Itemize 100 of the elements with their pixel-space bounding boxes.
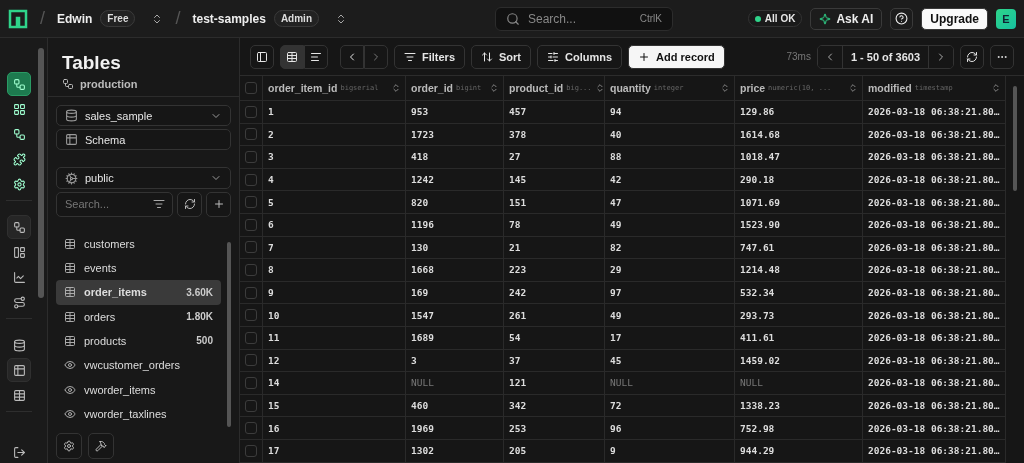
tools-button[interactable] [88,433,114,459]
table-cell: 1614.68 [735,123,863,146]
table-list-item[interactable]: orders 1.80K [56,304,221,329]
upgrade-button[interactable]: Upgrade [921,7,988,30]
table-cell: 2026-03-18 06:38:21.80… [863,372,1006,394]
table-icon [64,310,76,323]
table-cell: 10 [263,304,406,326]
table-list-item[interactable]: vwcustomer_orders [56,353,221,378]
table-cell: 97 [605,281,735,304]
table-icon [12,388,26,402]
table-cell: 2026-03-18 06:38:21.80… [863,259,1006,281]
table-cell: 1668 [406,259,504,281]
sidebar-title: Tables [62,52,122,74]
row-checkbox[interactable] [245,354,257,367]
eye-icon [64,407,76,420]
table-list-item[interactable]: vworder_taxlines [56,401,221,426]
table-cell: 145 [504,168,605,191]
search-field[interactable]: Search... [56,191,173,217]
database-select[interactable]: sales_sample [56,105,231,127]
add-button[interactable] [206,191,231,217]
table-cell: 2026-03-18 06:38:21.80… [863,304,1006,326]
eye-icon [64,359,76,372]
row-checkbox[interactable] [245,309,257,322]
row-checkbox[interactable] [245,376,257,389]
database-icon [65,109,78,123]
ask-ai-button[interactable]: Ask AI [810,7,883,30]
namespace-select[interactable]: public [56,167,231,189]
filter-icon [153,197,165,210]
rail-button[interactable] [7,215,31,239]
refresh-button[interactable] [960,44,984,69]
eye-icon [64,383,76,396]
row-checkbox[interactable] [245,105,257,118]
row-checkbox[interactable] [245,444,257,457]
rail-button[interactable] [7,72,31,96]
rail-button[interactable] [7,358,31,382]
table-cell: 2026-03-18 06:38:21.80… [863,394,1006,417]
search-field[interactable]: Search... CtrlK [495,6,673,31]
list-view-button[interactable] [304,44,328,69]
table-cell: 261 [504,304,605,326]
column-name: order_item_id [268,82,338,94]
table-list-item[interactable]: events [56,255,221,281]
settings-button[interactable] [56,433,82,459]
table-cell: 2026-03-18 06:38:21.80… [863,101,1006,123]
row-checkbox[interactable] [245,422,257,435]
row-checkbox[interactable] [245,241,257,254]
sort-icon [848,83,858,93]
refresh-icon [183,198,196,211]
add-record-button[interactable]: Add record [628,44,725,69]
project-name[interactable]: test-samples [192,11,266,26]
sliders-icon [547,50,559,63]
sort-button[interactable]: Sort [471,44,531,69]
table-name: products [84,334,127,347]
table-icon [286,50,298,63]
table-list-item[interactable]: products 500 [56,328,221,354]
panel-icon [256,50,268,63]
refresh-button[interactable] [177,191,202,217]
table-name: vworder_items [84,383,156,396]
row-checkbox[interactable] [245,151,257,163]
user-avatar[interactable]: E [996,8,1016,29]
select-all-checkbox[interactable] [245,82,257,94]
logo-icon[interactable] [8,8,28,29]
sort-icon [391,83,401,93]
breadcrumb-separator: / [40,8,45,29]
sort-icon [991,83,1001,93]
settings-icon [12,177,26,191]
table-cell: 2026-03-18 06:38:21.80… [863,417,1006,439]
table-cell: 5 [263,191,406,213]
help-button[interactable] [890,7,914,30]
link-icon [12,77,26,91]
row-checkbox[interactable] [245,196,257,209]
role-badge: Admin [273,10,319,27]
table-list-item[interactable]: customers [56,231,221,256]
breadcrumb-separator: / [175,8,181,29]
row-checkbox[interactable] [245,218,257,231]
filters-button[interactable]: Filters [394,44,465,69]
table-cell: 1214.48 [735,259,863,281]
row-checkbox[interactable] [245,399,257,412]
table-cell: 12 [263,349,406,372]
panel-toggle-button[interactable] [250,44,274,69]
table-cell: 96 [605,417,735,439]
table-cell: 1459.02 [735,349,863,372]
status-text: All OK [764,13,796,24]
table-cell: 1723 [406,123,504,146]
columns-button[interactable]: Columns [537,44,623,69]
row-checkbox[interactable] [245,286,257,299]
row-checkbox[interactable] [245,263,257,276]
row-checkbox[interactable] [245,173,257,186]
table-cell: 15 [263,394,406,417]
table-list-item[interactable]: vworder_items [56,377,221,402]
grid-view-button[interactable] [280,44,304,69]
search-icon [506,11,520,26]
schema-button[interactable]: Schema [56,129,231,151]
table-cell: 4 [263,168,406,191]
row-checkbox[interactable] [245,128,257,141]
row-checkbox[interactable] [245,331,257,344]
table-name: events [84,262,117,275]
table-cell: 2026-03-18 06:38:21.80… [863,281,1006,304]
table-list-item[interactable]: order_items 3.60K [56,280,221,305]
table-cell: 2026-03-18 06:38:21.80… [863,349,1006,372]
org-name[interactable]: Edwin [57,11,93,26]
